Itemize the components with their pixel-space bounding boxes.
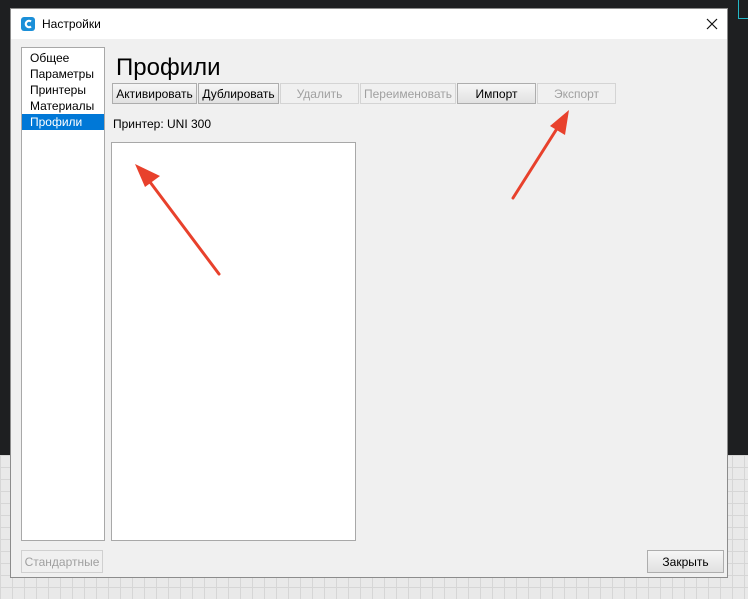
page-title: Профили: [116, 54, 221, 81]
defaults-button[interactable]: Стандартные: [21, 550, 103, 573]
delete-button[interactable]: Удалить: [280, 83, 359, 104]
preferences-dialog: Настройки Общее Параметры Принтеры Матер…: [10, 8, 728, 578]
printer-label: Принтер: UNI 300: [113, 117, 212, 131]
viewport-accent-line: [738, 0, 748, 19]
activate-button[interactable]: Активировать: [112, 83, 197, 104]
category-item-profiles[interactable]: Профили: [22, 114, 104, 130]
export-button[interactable]: Экспорт: [537, 83, 616, 104]
close-button[interactable]: Закрыть: [647, 550, 724, 573]
duplicate-button[interactable]: Дублировать: [198, 83, 279, 104]
category-item-settings[interactable]: Параметры: [22, 66, 104, 82]
cura-logo-icon: [21, 17, 35, 31]
category-list: Общее Параметры Принтеры Материалы Профи…: [21, 47, 105, 541]
window-title: Настройки: [42, 17, 101, 31]
import-button[interactable]: Импорт: [457, 83, 536, 104]
profile-toolbar: Активировать Дублировать Удалить Переиме…: [112, 83, 617, 104]
profile-list[interactable]: [111, 142, 356, 541]
category-item-printers[interactable]: Принтеры: [22, 82, 104, 98]
close-icon: [706, 18, 718, 30]
close-window-button[interactable]: [699, 11, 725, 37]
rename-button[interactable]: Переименовать: [360, 83, 456, 104]
category-item-materials[interactable]: Материалы: [22, 98, 104, 114]
title-bar: Настройки: [11, 9, 727, 39]
category-item-general[interactable]: Общее: [22, 50, 104, 66]
